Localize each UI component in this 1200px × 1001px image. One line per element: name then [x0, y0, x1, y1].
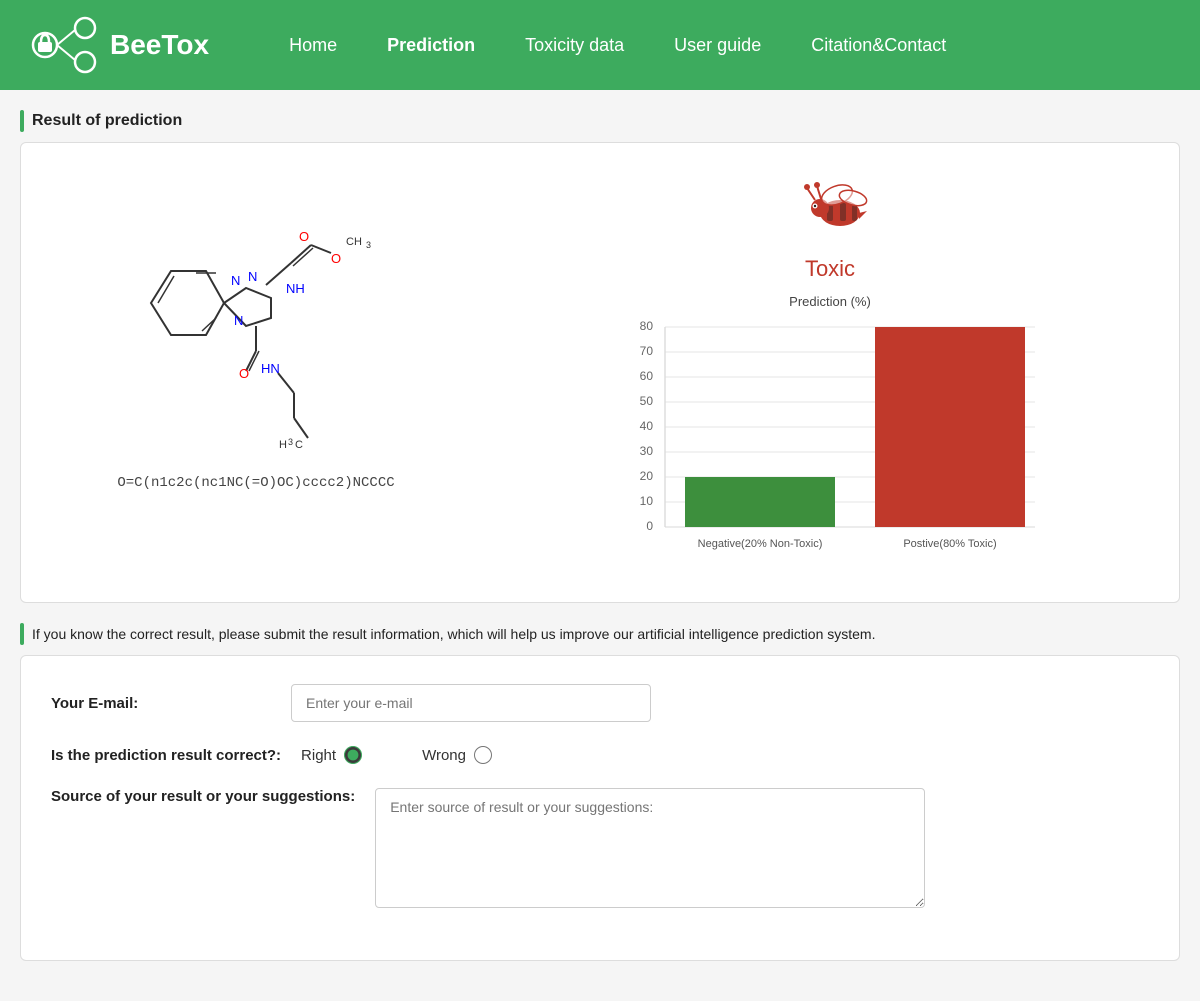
nav-toxicity-data[interactable]: Toxicity data: [525, 35, 624, 55]
nav-prediction[interactable]: Prediction: [387, 35, 475, 55]
svg-text:N: N: [231, 273, 240, 288]
svg-text:Postive(80% Toxic): Postive(80% Toxic): [903, 538, 996, 550]
svg-text:O: O: [239, 366, 249, 381]
smiles-text: O=C(n1c2c(nc1NC(=O)OC)cccc2)NCCCC: [117, 475, 394, 491]
svg-text:10: 10: [640, 494, 654, 508]
result-section-header: Result of prediction: [20, 110, 1180, 132]
svg-text:O: O: [299, 229, 309, 244]
bar-positive: [875, 327, 1025, 527]
svg-text:H: H: [279, 439, 287, 451]
email-input[interactable]: [291, 684, 651, 722]
svg-text:N: N: [234, 313, 243, 328]
right-option[interactable]: Right: [301, 746, 362, 764]
source-row: Source of your result or your suggestion…: [51, 788, 1149, 908]
feedback-section-bar: [20, 623, 24, 645]
prediction-card-inner: N N N NH O O CH 3: [41, 163, 1159, 582]
svg-text:60: 60: [640, 369, 654, 383]
chart-section: Toxic Prediction (%) 0: [501, 163, 1159, 582]
svg-text:70: 70: [640, 344, 654, 358]
toxic-label: Toxic: [805, 256, 855, 282]
source-textarea[interactable]: [375, 788, 925, 908]
svg-text:50: 50: [640, 394, 654, 408]
bar-negative: [685, 477, 835, 527]
svg-text:0: 0: [646, 519, 653, 533]
svg-text:3: 3: [288, 437, 293, 447]
source-label: Source of your result or your suggestion…: [51, 788, 355, 805]
nav-citation-contact[interactable]: Citation&Contact: [811, 35, 946, 55]
result-section-title: Result of prediction: [32, 112, 182, 130]
svg-text:40: 40: [640, 419, 654, 433]
right-radio[interactable]: [344, 746, 362, 764]
molecule-section: N N N NH O O CH 3: [41, 163, 471, 491]
wrong-radio[interactable]: [474, 746, 492, 764]
radio-group: Right Wrong: [301, 746, 492, 764]
result-card: N N N NH O O CH 3: [20, 142, 1180, 603]
wrong-label: Wrong: [422, 747, 466, 764]
nav-home[interactable]: Home: [289, 35, 337, 55]
logo[interactable]: BeeTox: [30, 10, 209, 80]
nav-user-guide[interactable]: User guide: [674, 35, 761, 55]
feedback-notice: If you know the correct result, please s…: [32, 626, 875, 642]
bar-chart-svg: 0 10 20 30 40: [600, 317, 1060, 577]
email-row: Your E-mail:: [51, 684, 1149, 722]
svg-text:NH: NH: [286, 281, 305, 296]
feedback-section-header: If you know the correct result, please s…: [20, 623, 1180, 645]
svg-text:HN: HN: [261, 361, 280, 376]
bar-chart: 0 10 20 30 40: [600, 317, 1060, 582]
feedback-card: Your E-mail: Is the prediction result co…: [20, 655, 1180, 961]
radio-row: Is the prediction result correct?: Right…: [51, 746, 1149, 764]
navbar: BeeTox Home Prediction Toxicity data Use…: [0, 0, 1200, 90]
bee-icon: [785, 163, 875, 248]
svg-text:C: C: [295, 439, 303, 451]
nav-links: Home Prediction Toxicity data User guide…: [289, 35, 946, 56]
svg-text:O: O: [331, 251, 341, 266]
svg-text:N: N: [248, 269, 257, 284]
logo-icon: [30, 10, 100, 80]
wrong-option[interactable]: Wrong: [422, 746, 492, 764]
svg-text:3: 3: [366, 240, 371, 250]
email-label: Your E-mail:: [51, 695, 271, 712]
molecule-diagram: N N N NH O O CH 3: [46, 163, 466, 463]
svg-text:Negative(20% Non-Toxic): Negative(20% Non-Toxic): [698, 538, 823, 550]
correct-label: Is the prediction result correct?:: [51, 747, 281, 764]
svg-text:20: 20: [640, 469, 654, 483]
main-content: Result of prediction N N N: [0, 90, 1200, 1001]
logo-text: BeeTox: [110, 29, 209, 61]
svg-text:80: 80: [640, 319, 654, 333]
svg-text:CH: CH: [346, 236, 362, 248]
right-label: Right: [301, 747, 336, 764]
svg-text:30: 30: [640, 444, 654, 458]
section-bar: [20, 110, 24, 132]
chart-title: Prediction (%): [789, 294, 871, 309]
